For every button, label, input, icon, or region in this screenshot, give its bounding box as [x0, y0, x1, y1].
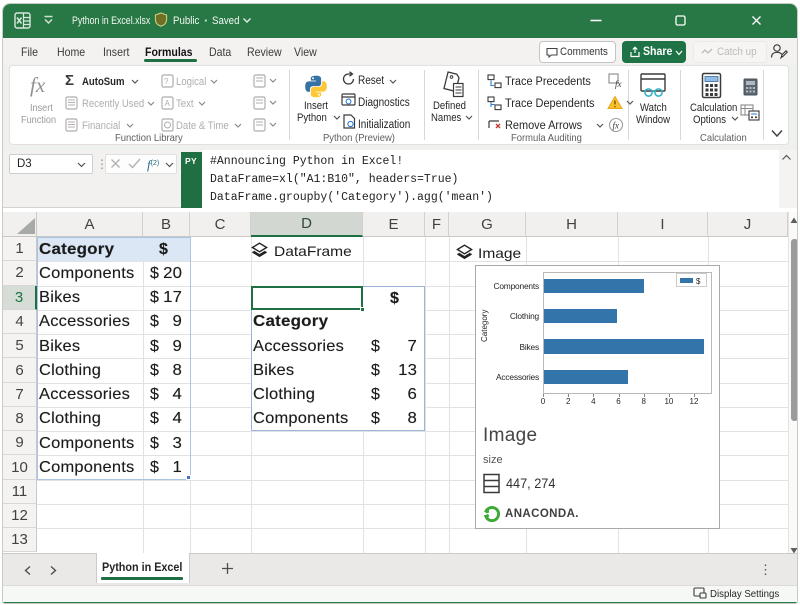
svg-text:A: A	[165, 99, 171, 108]
svg-text:fx: fx	[615, 79, 622, 89]
svg-text:fx: fx	[613, 121, 620, 131]
svg-text:?: ?	[164, 77, 169, 86]
